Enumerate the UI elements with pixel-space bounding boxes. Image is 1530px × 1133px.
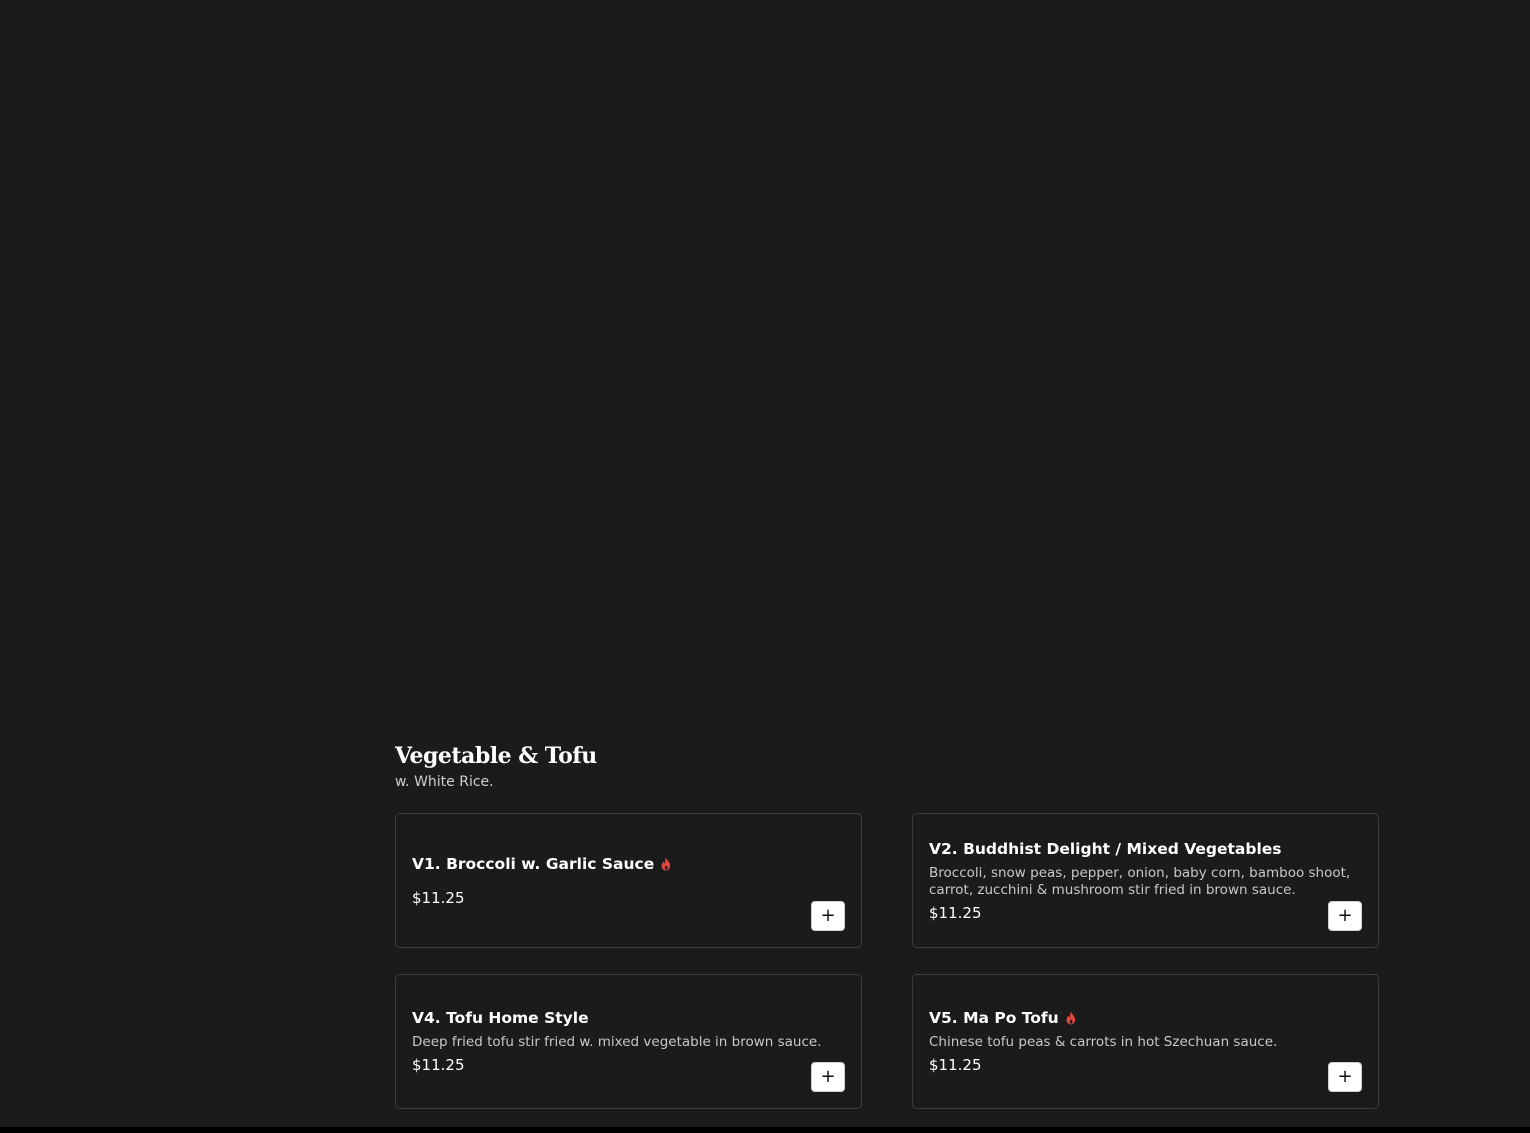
flame-icon: [661, 857, 671, 870]
menu-item-price: $11.25: [929, 1056, 982, 1074]
add-to-cart-button[interactable]: +: [1328, 1062, 1362, 1092]
menu-item-body: V2. Buddhist Delight / Mixed Vegetables …: [929, 814, 1362, 947]
menu-item-name: V4. Tofu Home Style: [412, 1009, 589, 1027]
menu-item-description: Broccoli, snow peas, pepper, onion, baby…: [929, 864, 1351, 898]
menu-item-name-row: V4. Tofu Home Style: [412, 1008, 845, 1028]
menu-item-price: $11.25: [412, 888, 465, 907]
menu-item-name: V1. Broccoli w. Garlic Sauce: [412, 854, 655, 873]
menu-item-description: Deep fried tofu stir fried w. mixed vege…: [412, 1034, 822, 1050]
section-title: Vegetable & Tofu: [395, 743, 597, 769]
menu-item-name-row: V2. Buddhist Delight / Mixed Vegetables: [929, 839, 1362, 859]
menu-item-card[interactable]: V4. Tofu Home Style Deep fried tofu stir…: [395, 974, 862, 1109]
menu-item-body: V4. Tofu Home Style Deep fried tofu stir…: [412, 975, 845, 1108]
menu-item-card[interactable]: V5. Ma Po Tofu Chinese tofu peas & carro…: [912, 974, 1379, 1109]
menu-item-description: Chinese tofu peas & carrots in hot Szech…: [929, 1034, 1278, 1050]
menu-item-name: V5. Ma Po Tofu: [929, 1009, 1059, 1027]
menu-item-name-row: V5. Ma Po Tofu: [929, 1008, 1362, 1028]
plus-icon: +: [820, 1066, 836, 1087]
menu-item-price: $11.25: [929, 903, 982, 922]
menu-item-body: V1. Broccoli w. Garlic Sauce $11.25: [412, 814, 845, 947]
menu-page: Vegetable & Tofu w. White Rice. V1. Broc…: [0, 0, 1530, 1133]
plus-icon: +: [1337, 905, 1353, 926]
add-to-cart-button[interactable]: +: [811, 1062, 845, 1092]
plus-icon: +: [1337, 1066, 1353, 1087]
section-subtitle: w. White Rice.: [395, 774, 494, 790]
add-to-cart-button[interactable]: +: [1328, 901, 1362, 931]
flame-icon: [1066, 1011, 1075, 1025]
menu-item-body: V5. Ma Po Tofu Chinese tofu peas & carro…: [929, 975, 1362, 1108]
plus-icon: +: [820, 905, 836, 926]
bottom-edge-bar: [0, 1127, 1530, 1133]
menu-item-name: V2. Buddhist Delight / Mixed Vegetables: [929, 839, 1282, 858]
menu-item-price: $11.25: [412, 1056, 465, 1074]
menu-item-name-row: V1. Broccoli w. Garlic Sauce: [412, 854, 845, 874]
menu-section-vegetable-tofu: Vegetable & Tofu w. White Rice. V1. Broc…: [395, 742, 1381, 1109]
add-to-cart-button[interactable]: +: [811, 901, 845, 931]
menu-item-card[interactable]: V1. Broccoli w. Garlic Sauce $11.25 +: [395, 813, 862, 948]
menu-item-card[interactable]: V2. Buddhist Delight / Mixed Vegetables …: [912, 813, 1379, 948]
